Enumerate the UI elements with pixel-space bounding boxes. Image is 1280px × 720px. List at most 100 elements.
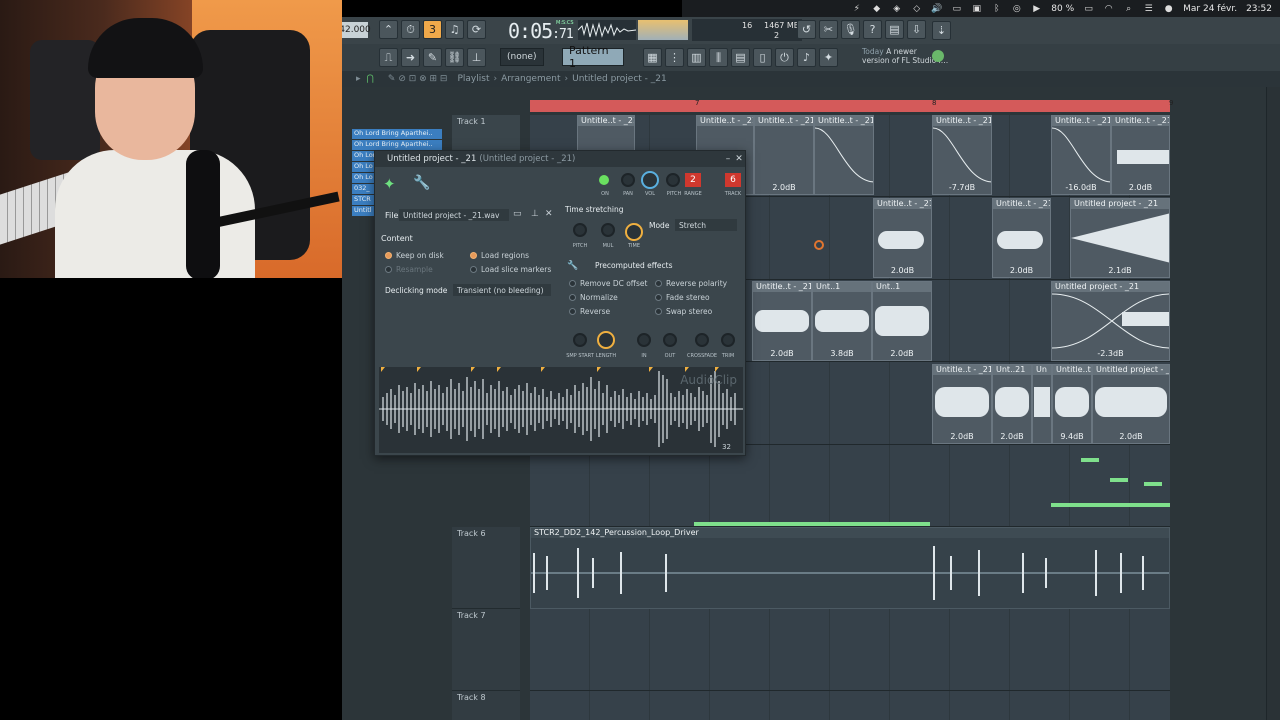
- audio-clip[interactable]: Un: [1032, 364, 1052, 444]
- window-icon[interactable]: ▭: [951, 4, 962, 14]
- zoom-level[interactable]: 32: [722, 443, 731, 451]
- track-header[interactable]: Track 7: [452, 609, 520, 691]
- wifi-icon[interactable]: ◠: [1103, 4, 1114, 14]
- save-icon[interactable]: ▤: [885, 20, 904, 39]
- audio-clip[interactable]: Untitled project - _21 2.1dB: [1070, 198, 1170, 278]
- mixer-track-value[interactable]: 6: [725, 173, 741, 187]
- export-icon[interactable]: ⇩: [907, 20, 926, 39]
- diamond-icon[interactable]: ◇: [911, 4, 922, 14]
- track-lane[interactable]: [530, 445, 1170, 527]
- pitch-knob[interactable]: [666, 173, 680, 187]
- play-icon[interactable]: ▶: [1031, 4, 1042, 14]
- breadcrumb-arrangement[interactable]: Arrangement: [501, 74, 560, 84]
- pencil-icon[interactable]: ✎: [423, 48, 442, 67]
- keep-on-disk-option[interactable]: Keep on disk: [385, 251, 444, 260]
- magnet-icon[interactable]: ⋂: [367, 74, 374, 84]
- stretch-pitch-knob[interactable]: [573, 223, 587, 237]
- bolt-icon[interactable]: ⚡: [851, 4, 862, 14]
- cut-icon[interactable]: ✂: [819, 20, 838, 39]
- snap-icon[interactable]: ⎍: [379, 48, 398, 67]
- track-lane[interactable]: [530, 609, 1170, 691]
- track-header[interactable]: Track 6: [452, 527, 520, 609]
- wrench-tab-icon[interactable]: 🔧: [413, 175, 430, 191]
- tag-icon[interactable]: ◆: [871, 4, 882, 14]
- channel-rack-icon[interactable]: ⋮: [665, 48, 684, 67]
- timeline-ruler[interactable]: 7 8 9: [530, 99, 1173, 112]
- percussion-clip[interactable]: STCR2_DD2_142_Percussion_Loop_Driver: [530, 527, 1170, 609]
- play-arrow-icon[interactable]: ▸: [356, 74, 361, 84]
- siri-icon[interactable]: ●: [1163, 4, 1174, 14]
- pattern-note[interactable]: [1144, 482, 1162, 486]
- volume-knob[interactable]: [641, 171, 659, 189]
- trim-knob[interactable]: [721, 333, 735, 347]
- fx-option[interactable]: Normalize: [569, 293, 618, 302]
- fx-option[interactable]: Reverse: [569, 307, 610, 316]
- audio-clip[interactable]: Untitle..t - _21 2.0dB: [752, 281, 812, 361]
- smp-start-knob[interactable]: [573, 333, 587, 347]
- battery-percent[interactable]: 80 %: [1051, 4, 1074, 14]
- fx-option[interactable]: Reverse polarity: [655, 279, 727, 288]
- plugin-db-icon[interactable]: ▯: [753, 48, 772, 67]
- audio-clip[interactable]: Unt..1 3.8dB: [812, 281, 872, 361]
- audio-clip[interactable]: Untitle..t - _21: [814, 115, 874, 195]
- waveform-tab-icon[interactable]: ✦: [383, 175, 396, 193]
- playlist-icon[interactable]: ▦: [643, 48, 662, 67]
- mixer-icon[interactable]: ⫼: [709, 48, 728, 67]
- pattern-note[interactable]: [1081, 458, 1099, 462]
- stamp-icon[interactable]: ⊥: [467, 48, 486, 67]
- audio-clip[interactable]: Untitle..t - _21 2.0dB: [992, 198, 1051, 278]
- clear-icon[interactable]: ✕: [545, 209, 553, 219]
- playlist-scrollbar[interactable]: [1266, 87, 1280, 720]
- battery-icon[interactable]: ▭: [1083, 4, 1094, 14]
- out-knob[interactable]: [663, 333, 677, 347]
- stretch-mul-knob[interactable]: [601, 223, 615, 237]
- resample-option[interactable]: Resample: [385, 265, 433, 274]
- undo-icon[interactable]: ↺: [797, 20, 816, 39]
- pattern-note[interactable]: [1110, 478, 1128, 482]
- pan-knob[interactable]: [621, 173, 635, 187]
- track-header[interactable]: Track 8: [452, 691, 520, 720]
- touch-icon[interactable]: ✦: [819, 48, 838, 67]
- fx-option[interactable]: Fade stereo: [655, 293, 710, 302]
- pattern-none-dropdown[interactable]: (none): [500, 48, 544, 66]
- audio-clip[interactable]: Untitled project - _21 -2.3dB: [1051, 281, 1170, 361]
- channel-window-titlebar[interactable]: Untitled project - _21 (Untitled project…: [375, 151, 745, 167]
- audio-clip[interactable]: Untitle..t - _21 -7.7dB: [932, 115, 992, 195]
- pattern-note[interactable]: [694, 522, 930, 526]
- menubar-date[interactable]: Mar 24 févr.: [1183, 4, 1237, 14]
- monitor-icon[interactable]: ▣: [971, 4, 982, 14]
- minimize-icon[interactable]: –: [723, 154, 733, 164]
- help-icon[interactable]: ?: [863, 20, 882, 39]
- fx-option[interactable]: Swap stereo: [655, 307, 712, 316]
- pin-icon[interactable]: ⊥: [531, 209, 539, 219]
- pitch-range-value[interactable]: 2: [685, 173, 701, 187]
- audio-clip[interactable]: Unt..1 2.0dB: [872, 281, 932, 361]
- pattern-note[interactable]: [1051, 503, 1170, 507]
- update-icon[interactable]: [932, 50, 944, 62]
- step-edit-icon[interactable]: ♫: [445, 20, 464, 39]
- bluetooth-icon[interactable]: ᛒ: [991, 4, 1002, 14]
- control-center-icon[interactable]: ☰: [1143, 4, 1154, 14]
- plug-icon[interactable]: ⏻: [775, 48, 794, 67]
- mic-icon[interactable]: 🎙: [841, 20, 860, 39]
- audio-clip[interactable]: Untitle..t 9.4dB: [1052, 364, 1092, 444]
- piano-roll-icon[interactable]: ▥: [687, 48, 706, 67]
- volume-icon[interactable]: 🔊: [931, 4, 942, 14]
- loop-record-icon[interactable]: ⟳: [467, 20, 486, 39]
- track-lane[interactable]: [530, 691, 1170, 720]
- close-icon[interactable]: ✕: [734, 154, 744, 164]
- browser-icon[interactable]: ▤: [731, 48, 750, 67]
- search-icon[interactable]: ⌕: [1123, 4, 1134, 14]
- crossfade-knob[interactable]: [695, 333, 709, 347]
- tempo-icon[interactable]: ♪: [797, 48, 816, 67]
- load-slice-option[interactable]: Load slice markers: [470, 265, 551, 274]
- audio-clip[interactable]: Untitle..t - _21 -16.0dB: [1051, 115, 1111, 195]
- link-icon[interactable]: ⛓: [445, 48, 464, 67]
- breadcrumb-project[interactable]: Untitled project - _21: [572, 74, 667, 84]
- audio-clip[interactable]: Untitle..t - _21 2.0dB: [873, 198, 932, 278]
- stretch-time-knob[interactable]: [625, 223, 643, 241]
- download-icon[interactable]: ⇣: [932, 21, 951, 40]
- tempo-display[interactable]: 42.000: [342, 22, 371, 38]
- arrow-right-icon[interactable]: ➜: [401, 48, 420, 67]
- declick-dropdown[interactable]: Transient (no bleeding): [453, 284, 551, 296]
